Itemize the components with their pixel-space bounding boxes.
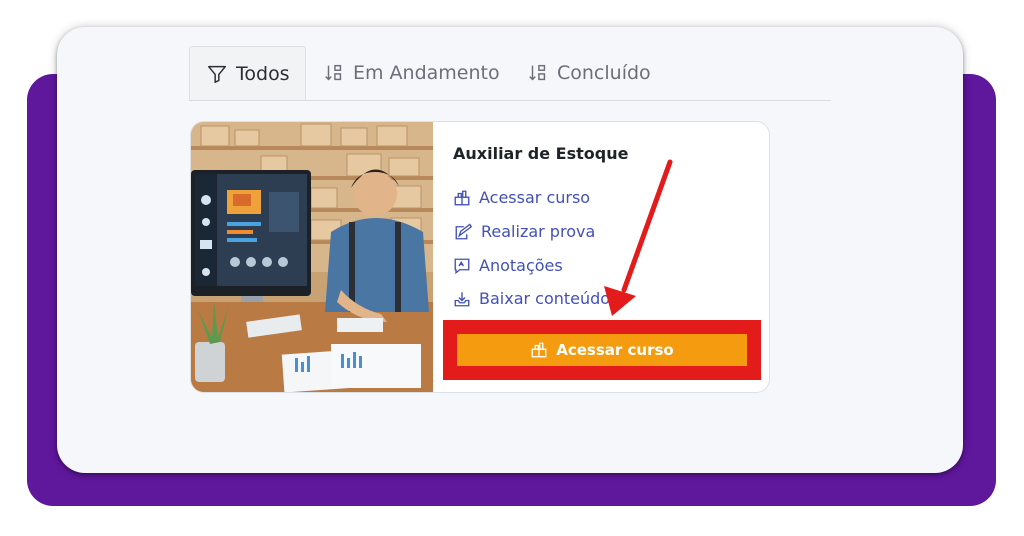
pointer-arrow-icon (604, 159, 673, 316)
